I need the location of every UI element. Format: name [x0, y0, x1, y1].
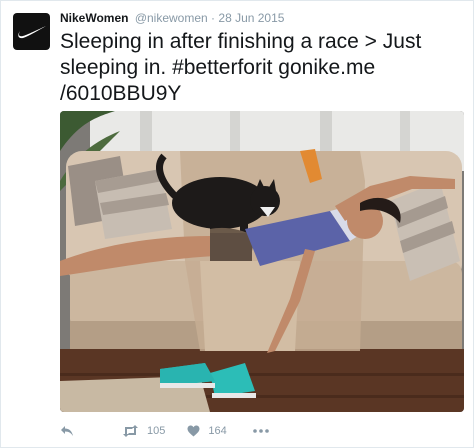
tweet-card[interactable]: NikeWomen @nikewomen · 28 Jun 2015 Sleep… — [0, 0, 474, 448]
heart-icon — [187, 425, 200, 437]
separator: · — [211, 11, 216, 25]
reply-button[interactable] — [60, 425, 82, 437]
like-button[interactable]: 164 — [187, 425, 227, 437]
author-handle[interactable]: @nikewomen — [135, 11, 208, 25]
tweet-actions: 105 164 — [60, 422, 463, 440]
tweet-photo[interactable] — [60, 111, 464, 412]
tweet-header: NikeWomen @nikewomen · 28 Jun 2015 — [60, 11, 463, 26]
like-count: 164 — [208, 425, 227, 437]
avatar[interactable] — [13, 13, 50, 50]
retweet-icon — [123, 425, 138, 437]
tweet-text: Sleeping in after finishing a race > Jus… — [60, 30, 422, 105]
more-icon — [252, 429, 269, 433]
author-name[interactable]: NikeWomen — [60, 11, 128, 25]
retweet-button[interactable]: 105 — [122, 425, 165, 437]
retweet-count: 105 — [147, 425, 166, 437]
nike-swoosh-icon — [17, 25, 46, 38]
more-button[interactable] — [252, 429, 269, 433]
reply-icon — [61, 426, 73, 436]
tweet-date[interactable]: 28 Jun 2015 — [218, 11, 284, 25]
photo-illustration — [60, 111, 464, 412]
